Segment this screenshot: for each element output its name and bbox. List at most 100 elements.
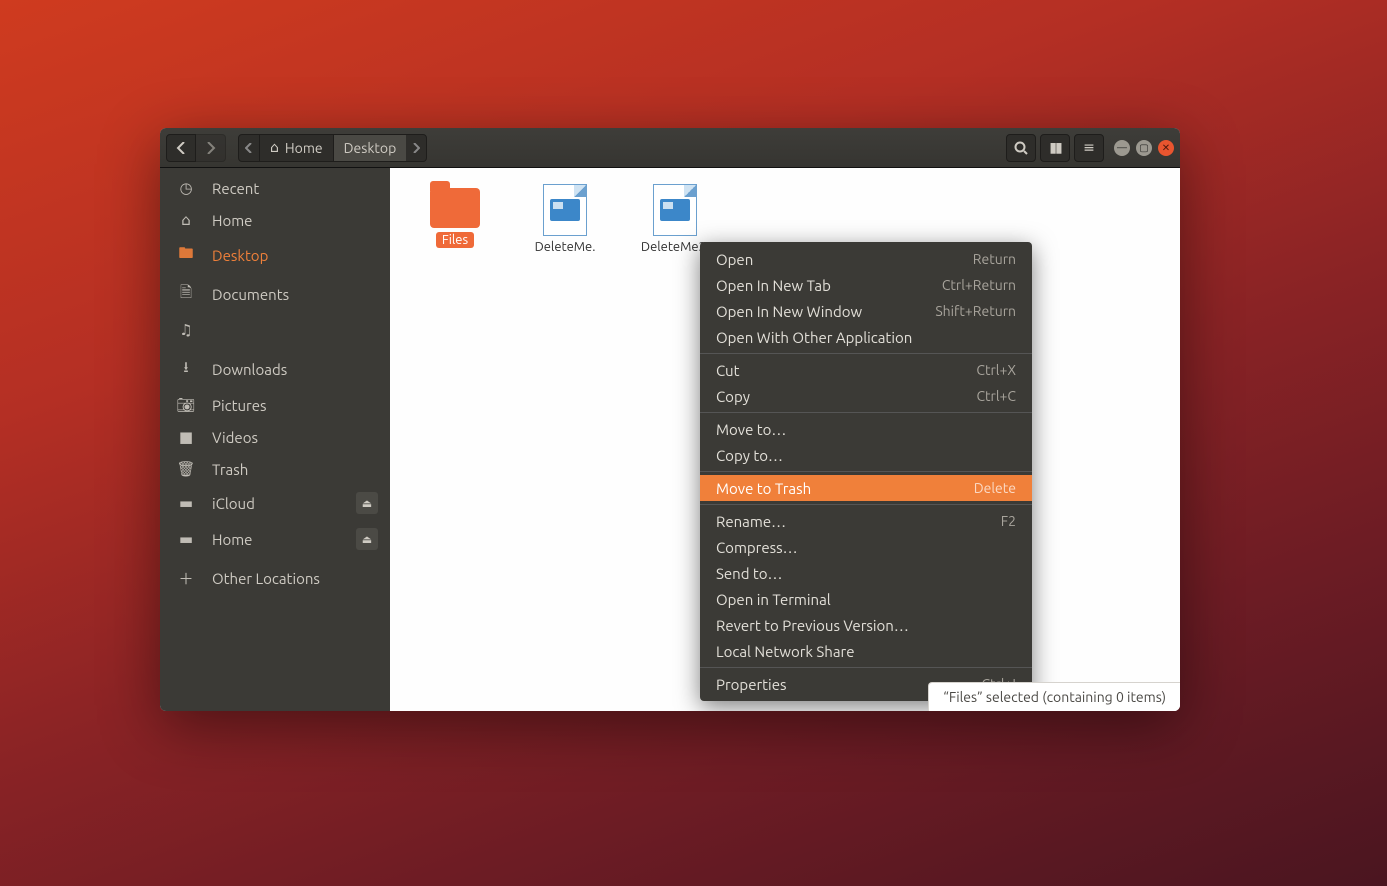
menu-separator xyxy=(700,667,1032,668)
sidebar: ◷ Recent ⌂ Home 🖿 Desktop 🗎 Documents ♫ ⭳ Download… xyxy=(160,168,390,711)
sidebar-item-trash[interactable]: 🗑Trash xyxy=(160,453,390,485)
menu-item-label: Revert to Previous Version… xyxy=(716,617,909,634)
sidebar-item-label: Pictures xyxy=(212,397,267,414)
trash-icon: 🗑 xyxy=(176,460,196,478)
drive-icon: ▬ xyxy=(176,494,196,512)
file-manager-window: ⌂ Home Desktop ▮▮ ≡ — ▢ ✕ ◷ Recent ⌂ Home 🖿 D… xyxy=(160,128,1180,711)
sidebar-item-desktop[interactable]: 🖿 Desktop xyxy=(160,236,390,275)
window-maximize-button[interactable]: ▢ xyxy=(1136,140,1152,156)
video-icon: ■ xyxy=(176,428,196,446)
menu-item-move-to-trash[interactable]: Move to Trash Delete xyxy=(700,475,1032,501)
sidebar-item-home[interactable]: ▬ Home ⏏ xyxy=(160,521,390,557)
menu-item-label: Copy to… xyxy=(716,447,783,464)
menu-item-open-with-other-application[interactable]: Open With Other Application xyxy=(700,324,1032,350)
menu-item-local-network-share[interactable]: Local Network Share xyxy=(700,638,1032,664)
menu-item-label: Properties xyxy=(716,676,787,693)
window-minimize-button[interactable]: — xyxy=(1114,140,1130,156)
sidebar-item-recent[interactable]: ◷ Recent xyxy=(160,172,390,204)
sidebar-item-label: Home xyxy=(212,531,252,548)
sidebar-item-icloud[interactable]: ▬iCloud⏏ xyxy=(160,485,390,521)
home-icon: ⌂ xyxy=(176,211,196,229)
doc-icon: 🗎 xyxy=(176,282,196,307)
menu-shortcut: F2 xyxy=(1001,513,1016,529)
nav-forward-button[interactable] xyxy=(196,134,226,162)
sidebar-item-downloads[interactable]: ⭳ Downloads xyxy=(160,350,390,389)
breadcrumb-next-chevron[interactable] xyxy=(406,135,426,161)
menu-shortcut: Ctrl+Return xyxy=(942,277,1016,293)
menu-item-label: Rename… xyxy=(716,513,786,530)
breadcrumb: ⌂ Home Desktop xyxy=(238,134,427,162)
plus-icon: ＋ xyxy=(176,568,196,589)
folder-icon: 🖿 xyxy=(176,243,196,268)
nav-back-button[interactable] xyxy=(166,134,196,162)
header-toolbar: ⌂ Home Desktop ▮▮ ≡ — ▢ ✕ xyxy=(160,128,1180,168)
menu-item-send-to-[interactable]: Send to… xyxy=(700,560,1032,586)
menu-item-label: Open In New Tab xyxy=(716,277,831,294)
menu-item-label: Open With Other Application xyxy=(716,329,912,346)
home-icon: ⌂ xyxy=(270,139,279,156)
clock-icon: ◷ xyxy=(176,179,196,197)
menu-item-label: Open In New Window xyxy=(716,303,862,320)
sidebar-item-home[interactable]: ⌂ Home xyxy=(160,204,390,236)
sidebar-item-label: Other Locations xyxy=(212,570,320,587)
menu-item-label: Compress… xyxy=(716,539,798,556)
menu-item-open[interactable]: OpenReturn xyxy=(700,246,1032,272)
sidebar-item-label: Desktop xyxy=(212,247,268,264)
hamburger-menu-button[interactable]: ≡ xyxy=(1074,134,1104,162)
file-item-files[interactable]: Files xyxy=(420,184,490,248)
breadcrumb-prev-chevron[interactable] xyxy=(239,135,260,161)
menu-item-revert-to-previous-version-[interactable]: Revert to Previous Version… xyxy=(700,612,1032,638)
eject-icon[interactable]: ⏏ xyxy=(356,492,378,514)
menu-item-label: Send to… xyxy=(716,565,782,582)
menu-shortcut: Delete xyxy=(974,480,1016,496)
sidebar-item-music[interactable]: ♫ xyxy=(160,314,390,346)
menu-item-copy-to-[interactable]: Copy to… xyxy=(700,442,1032,468)
eject-icon[interactable]: ⏏ xyxy=(356,528,378,550)
file-label: Files xyxy=(436,232,474,248)
document-icon xyxy=(543,184,587,236)
menu-shortcut: Ctrl+C xyxy=(976,388,1016,404)
sidebar-item-label: Recent xyxy=(212,180,259,197)
sidebar-item-videos[interactable]: ■Videos xyxy=(160,421,390,453)
drive-icon: ▬ xyxy=(176,530,196,548)
search-button[interactable] xyxy=(1006,134,1036,162)
window-close-button[interactable]: ✕ xyxy=(1158,140,1174,156)
document-icon xyxy=(653,184,697,236)
sidebar-item-other-locations[interactable]: ＋ Other Locations xyxy=(160,561,390,596)
menu-item-label: Local Network Share xyxy=(716,643,855,660)
file-label: DeleteMe2. xyxy=(641,240,709,254)
file-item-deleteme-[interactable]: DeleteMe. xyxy=(530,184,600,254)
menu-item-move-to-[interactable]: Move to… xyxy=(700,416,1032,442)
menu-item-label: Copy xyxy=(716,388,750,405)
breadcrumb-home[interactable]: ⌂ Home xyxy=(260,135,334,161)
menu-item-open-in-terminal[interactable]: Open in Terminal xyxy=(700,586,1032,612)
menu-item-rename-[interactable]: Rename… F2 xyxy=(700,508,1032,534)
menu-item-compress-[interactable]: Compress… xyxy=(700,534,1032,560)
menu-item-label: Move to… xyxy=(716,421,786,438)
sidebar-item-pictures[interactable]: 📷︎ Pictures xyxy=(160,389,390,421)
menu-item-label: Move to Trash xyxy=(716,480,811,497)
view-grid-button[interactable]: ▮▮ xyxy=(1040,134,1070,162)
menu-shortcut: Return xyxy=(973,251,1016,267)
content-area[interactable]: FilesDeleteMe.DeleteMe2. OpenReturnOpen … xyxy=(390,168,1180,711)
sidebar-item-label: Downloads xyxy=(212,361,287,378)
status-bar: “Files” selected (containing 0 items) xyxy=(928,682,1180,711)
breadcrumb-current-label: Desktop xyxy=(344,140,397,156)
menu-item-copy[interactable]: Copy Ctrl+C xyxy=(700,383,1032,409)
breadcrumb-home-label: Home xyxy=(285,140,323,156)
menu-item-cut[interactable]: CutCtrl+X xyxy=(700,357,1032,383)
download-icon: ⭳ xyxy=(176,357,196,382)
camera-icon: 📷︎ xyxy=(176,396,196,414)
menu-item-open-in-new-window[interactable]: Open In New WindowShift+Return xyxy=(700,298,1032,324)
sidebar-item-label: Home xyxy=(212,212,252,229)
menu-shortcut: Ctrl+X xyxy=(976,362,1016,378)
sidebar-item-label: Documents xyxy=(212,286,289,303)
sidebar-item-documents[interactable]: 🗎 Documents xyxy=(160,275,390,314)
menu-item-open-in-new-tab[interactable]: Open In New Tab Ctrl+Return xyxy=(700,272,1032,298)
breadcrumb-current[interactable]: Desktop xyxy=(334,135,407,161)
music-icon: ♫ xyxy=(176,321,196,339)
menu-separator xyxy=(700,353,1032,354)
file-label: DeleteMe. xyxy=(535,240,596,254)
menu-separator xyxy=(700,504,1032,505)
menu-item-label: Open in Terminal xyxy=(716,591,831,608)
